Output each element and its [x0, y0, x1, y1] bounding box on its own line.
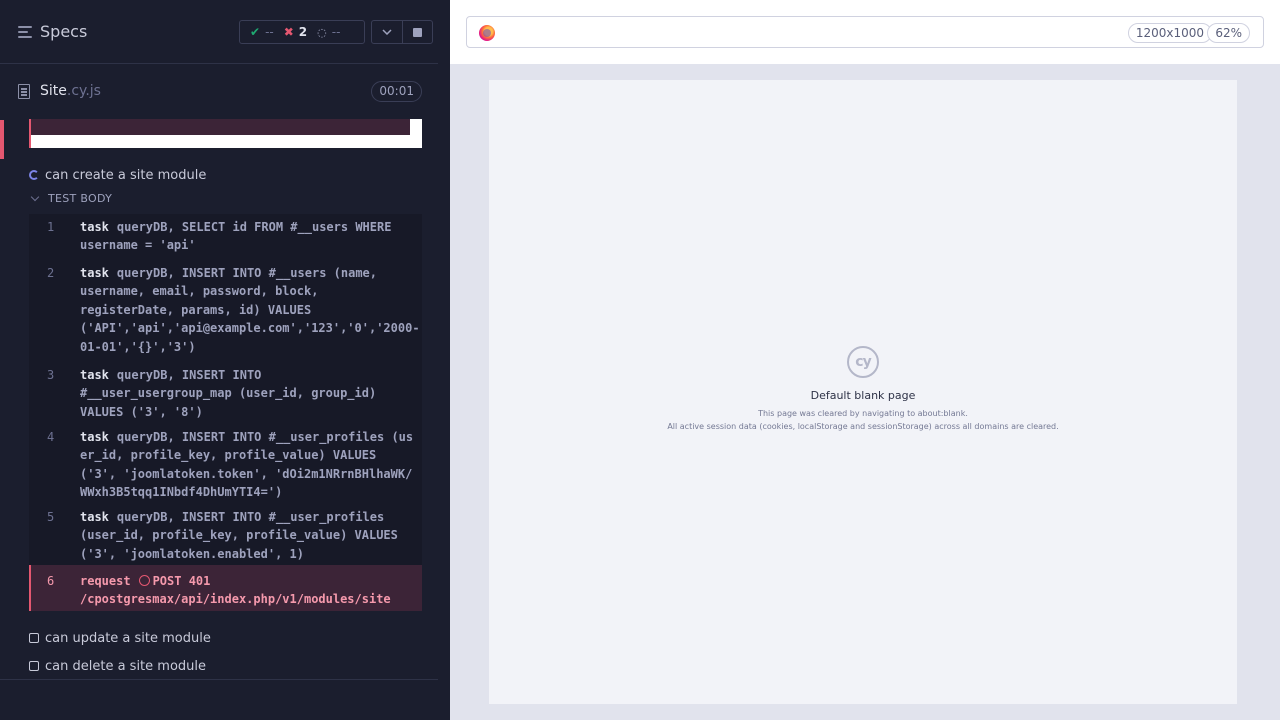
- command-name: task: [80, 220, 109, 234]
- reporter-header: Specs ✔ -- ✖ 2 ◌ --: [0, 0, 438, 64]
- chevron-down-icon: [382, 29, 392, 35]
- spec-file-name: Site.cy.js: [40, 83, 101, 99]
- command-number: 1: [47, 220, 55, 234]
- reporter-footer-divider: [0, 679, 438, 680]
- spec-file-row[interactable]: Site.cy.js 00:01: [16, 76, 422, 108]
- error-circle-icon: [138, 575, 150, 586]
- test-title: can update a site module: [45, 630, 211, 646]
- app-under-test-panel: 1200x1000 62% cy Default blank page This…: [450, 0, 1280, 720]
- test-body-toggle[interactable]: TEST BODY: [29, 192, 112, 205]
- command-number: 4: [47, 430, 55, 444]
- command-row-failed[interactable]: 6 request POST 401 /cpostgresmax/api/inde…: [29, 565, 422, 611]
- specs-title[interactable]: Specs: [40, 22, 87, 41]
- url-bar[interactable]: 1200x1000 62%: [466, 16, 1264, 48]
- file-icon: [18, 84, 30, 99]
- stop-icon: [412, 27, 422, 37]
- command-row[interactable]: 4 task queryDB, INSERT INTO #__user_profi…: [29, 428, 422, 504]
- zoom-level[interactable]: 62%: [1207, 23, 1250, 43]
- failed-indicator-bar: [0, 120, 4, 159]
- command-text: task queryDB, SELECT id FROM #__users WHE…: [80, 218, 414, 255]
- test-item[interactable]: can delete a site module: [29, 656, 206, 676]
- command-text: task queryDB, INSERT INTO #__users (name,…: [80, 264, 420, 356]
- x-icon: ✖: [283, 25, 294, 39]
- command-row[interactable]: 1 task queryDB, SELECT id FROM #__users W…: [29, 218, 422, 262]
- spec-file-basename: Site: [40, 83, 67, 99]
- run-controls: [371, 20, 433, 44]
- command-number: 6: [47, 574, 55, 588]
- viewport-size[interactable]: 1200x1000: [1127, 23, 1212, 43]
- failed-count: 2: [298, 25, 308, 39]
- run-stats: ✔ -- ✖ 2 ◌ --: [239, 20, 365, 44]
- command-log: 1 task queryDB, SELECT id FROM #__users W…: [29, 214, 422, 611]
- command-message: queryDB, INSERT INTO #__user_usergroup_m…: [80, 368, 384, 419]
- chevron-down-icon: [30, 192, 40, 202]
- blank-page-message: cy Default blank page This page was clea…: [489, 346, 1237, 433]
- reporter-panel: Specs ✔ -- ✖ 2 ◌ -- Site.cy.js 00:01 can…: [0, 0, 438, 720]
- running-icon: [29, 170, 39, 180]
- command-text: request POST 401 /cpostgresmax/api/index.…: [80, 572, 414, 609]
- command-text: task queryDB, INSERT INTO #__user_profile…: [80, 508, 414, 563]
- pending-spinner-icon: ◌: [317, 25, 327, 39]
- passed-stat: ✔ --: [250, 25, 274, 39]
- spec-file-ext: .cy.js: [66, 83, 101, 99]
- test-item[interactable]: can update a site module: [29, 628, 211, 648]
- failed-stat: ✖ 2: [284, 25, 307, 39]
- blank-page-description: This page was cleared by navigating to a…: [489, 407, 1237, 433]
- test-body-label: TEST BODY: [48, 192, 113, 205]
- panel-resize-handle[interactable]: [438, 0, 450, 720]
- command-number: 3: [47, 368, 55, 382]
- command-text: task queryDB, INSERT INTO #__user_profile…: [80, 428, 414, 502]
- firefox-icon[interactable]: [479, 25, 495, 41]
- command-row[interactable]: 3 task queryDB, INSERT INTO #__user_userg…: [29, 366, 422, 422]
- passed-count: --: [265, 25, 274, 39]
- command-name: task: [80, 430, 109, 444]
- blank-page-line1: This page was cleared by navigating to a…: [758, 409, 968, 418]
- check-icon: ✔: [250, 25, 261, 39]
- blank-page-title: Default blank page: [810, 389, 916, 402]
- command-name: task: [80, 266, 109, 280]
- pending-stat: ◌ --: [317, 25, 340, 39]
- blank-page-line2: All active session data (cookies, localS…: [667, 422, 1059, 431]
- command-message: queryDB, INSERT INTO #__user_profiles (u…: [80, 510, 406, 561]
- command-name: request: [80, 574, 131, 588]
- command-row[interactable]: 5 task queryDB, INSERT INTO #__user_profi…: [29, 508, 422, 564]
- stop-button[interactable]: [401, 21, 432, 43]
- test-title: can create a site module: [45, 167, 207, 183]
- spec-duration: 00:01: [371, 81, 422, 102]
- expand-button[interactable]: [372, 21, 402, 43]
- pending-count: --: [331, 25, 341, 39]
- queued-icon: [29, 661, 39, 671]
- cypress-logo-icon: cy: [847, 346, 879, 378]
- command-name: task: [80, 368, 109, 382]
- command-row[interactable]: 2 task queryDB, INSERT INTO #__users (nam…: [29, 264, 422, 359]
- failed-command-preview-inner: [31, 119, 410, 135]
- aut-iframe[interactable]: cy Default blank page This page was clea…: [489, 80, 1237, 704]
- command-number: 5: [47, 510, 55, 524]
- test-title: can delete a site module: [45, 658, 207, 674]
- failed-command-preview: [29, 119, 422, 148]
- queued-icon: [29, 633, 39, 643]
- command-number: 2: [47, 266, 55, 280]
- command-text: task queryDB, INSERT INTO #__user_usergro…: [80, 366, 414, 421]
- command-message: queryDB, SELECT id FROM #__users WHERE u…: [80, 220, 399, 253]
- test-item[interactable]: can create a site module: [29, 165, 206, 185]
- specs-menu-icon[interactable]: [18, 26, 32, 38]
- command-message: queryDB, INSERT INTO #__users (name, use…: [80, 266, 420, 354]
- command-message: queryDB, INSERT INTO #__user_profiles (u…: [80, 430, 414, 500]
- aut-header: 1200x1000 62%: [450, 0, 1280, 64]
- command-name: task: [80, 510, 109, 524]
